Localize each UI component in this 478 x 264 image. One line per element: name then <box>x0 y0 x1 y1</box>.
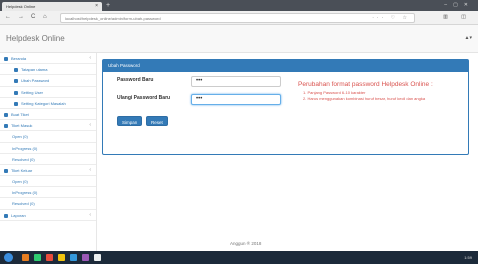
sidebar-item-label: Beranda <box>11 56 27 61</box>
start-button[interactable] <box>4 253 13 262</box>
bookmark-icon[interactable]: ··· ♡ ☆ <box>372 15 410 21</box>
sidebar-item-label: Resolved (0) <box>12 156 35 162</box>
sidebar-item[interactable]: Tatapan utama <box>0 64 96 76</box>
sidebar-item-label: Open (0) <box>12 179 28 185</box>
url-text: localhost/helpdesk_online/admin/form-uba… <box>65 16 161 21</box>
repeat-password-label: Ulangi Password Baru <box>117 95 171 101</box>
chevron-left-icon: ‹ <box>89 166 91 173</box>
sidebar-item[interactable]: Open (0) <box>0 176 96 188</box>
sidebar-item[interactable]: Laporan ‹ <box>0 210 96 221</box>
reload-button[interactable]: C <box>31 14 35 21</box>
chevron-left-icon: ‹ <box>89 55 91 61</box>
chevron-left-icon: ‹ <box>89 211 91 218</box>
browser-tab-bar: Helpdesk Online × + –▢✕ <box>0 0 478 11</box>
sidebar-item-label: Open (0) <box>12 134 28 140</box>
menu-icon <box>4 124 8 129</box>
taskbar-app-icon[interactable] <box>46 254 53 261</box>
menu-icon <box>4 56 8 61</box>
sidebar-item-label: InProgress (0) <box>12 145 38 151</box>
new-password-label: Password Baru <box>117 77 154 83</box>
sidebar: Beranda ‹ Tatapan utama Ubah Password Settin… <box>0 53 97 251</box>
menu-icon <box>14 101 18 106</box>
notice-list: 1. Panjang Password 6-10 karakter 2. Har… <box>303 90 425 102</box>
new-tab-button[interactable]: + <box>106 2 110 9</box>
sidebar-item[interactable]: InProgress (0) <box>0 143 96 154</box>
sidebar-item[interactable]: Resolved (0) <box>0 154 96 165</box>
sidebar-item-label: Tatapan utama <box>21 67 48 73</box>
menu-icon <box>14 79 18 84</box>
sidebar-item[interactable]: Buat Tiket <box>0 109 96 121</box>
menu-icon <box>4 213 8 218</box>
browser-tab[interactable]: Helpdesk Online × <box>2 2 102 11</box>
sidebar-item[interactable]: Tiket Keluar ‹ <box>0 165 96 177</box>
sidebar-item-label: InProgress (0) <box>12 190 38 196</box>
user-menu-icon[interactable]: ▲▾ <box>465 35 472 41</box>
app-brand[interactable]: Helpdesk Online <box>6 34 65 43</box>
sidebar-item[interactable]: Ubah Password <box>0 75 96 87</box>
back-button[interactable]: ← <box>5 14 11 21</box>
browser-nav-bar: ← → C ⌂ localhost/helpdesk_online/admin/… <box>0 11 478 25</box>
menu-icon <box>4 168 8 173</box>
footer-text: Anggun ® 2018 <box>230 241 262 246</box>
tab-close-icon[interactable]: × <box>95 3 98 9</box>
taskbar-app-icon[interactable] <box>58 254 65 261</box>
change-password-panel: Ubah Password Password Baru ••• Ulangi P… <box>102 59 469 155</box>
taskbar-app-icon[interactable] <box>94 254 101 261</box>
sidebar-item-label: Laporan <box>11 212 26 218</box>
new-password-field[interactable]: ••• <box>191 76 281 87</box>
repeat-password-field[interactable]: ••• <box>191 94 281 105</box>
forward-button[interactable]: → <box>18 14 24 21</box>
taskbar-app-icon[interactable] <box>82 254 89 261</box>
sidebar-item[interactable]: Resolved (0) <box>0 198 96 210</box>
tab-title: Helpdesk Online <box>6 4 36 9</box>
reset-button[interactable]: Reset <box>146 116 168 126</box>
sidebar-item[interactable]: Tiket Masuk ‹ <box>0 120 96 132</box>
url-bar[interactable]: localhost/helpdesk_online/admin/form-uba… <box>60 13 415 23</box>
app-header: Helpdesk Online ▲▾ <box>0 25 478 53</box>
sidebar-item[interactable]: Beranda ‹ <box>0 53 96 65</box>
home-button[interactable]: ⌂ <box>43 14 47 21</box>
sidebar-item[interactable]: InProgress (0) <box>0 187 96 199</box>
window-controls[interactable]: –▢✕ <box>444 2 474 8</box>
taskbar-app-icon[interactable] <box>70 254 77 261</box>
panel-heading: Ubah Password <box>103 60 468 72</box>
sidebar-item-label: Resolved (0) <box>12 201 35 207</box>
notice-title: Perubahan format password Helpdesk Onlin… <box>298 81 433 88</box>
menu-icon <box>4 112 8 117</box>
chevron-left-icon: ‹ <box>89 122 91 129</box>
menu-icon <box>14 90 18 95</box>
menu-icon <box>14 68 18 73</box>
taskbar-clock: 1:59 <box>464 255 472 260</box>
notice-item: 2. Harus menggunakan kombinasi huruf bes… <box>303 96 426 101</box>
sidebar-item-label: Setting Kategori Masalah <box>21 100 66 106</box>
library-icon[interactable]: ▥ ◫ <box>443 14 472 20</box>
sidebar-item-label: Buat Tiket <box>11 111 29 117</box>
sidebar-item[interactable]: Open (0) <box>0 131 96 143</box>
os-taskbar: 1:59 <box>0 251 478 264</box>
sidebar-item[interactable]: Setting User <box>0 87 96 98</box>
sidebar-item-label: Tiket Keluar <box>11 167 33 173</box>
taskbar-app-icon[interactable] <box>22 254 29 261</box>
taskbar-app-icon[interactable] <box>34 254 41 261</box>
sidebar-item-label: Tiket Masuk <box>11 123 33 129</box>
sidebar-item-label: Ubah Password <box>21 78 50 84</box>
save-button[interactable]: Simpan <box>117 116 143 126</box>
sidebar-item-label: Setting User <box>21 89 44 95</box>
sidebar-item[interactable]: Setting Kategori Masalah <box>0 98 96 109</box>
